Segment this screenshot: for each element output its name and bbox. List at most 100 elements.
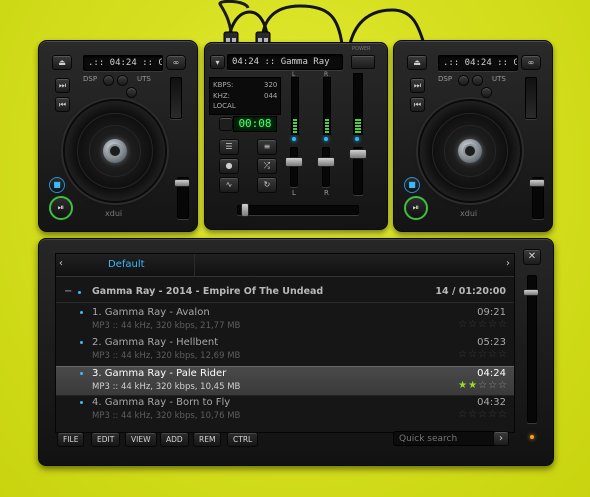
album-dot <box>78 291 81 294</box>
dsp-knob-3[interactable] <box>126 87 137 98</box>
star-icon[interactable]: ☆ <box>478 380 488 391</box>
star-icon[interactable]: ☆ <box>498 409 508 420</box>
loop-button[interactable]: ∞ <box>166 55 186 70</box>
close-button[interactable]: ✕ <box>523 249 541 265</box>
view-button[interactable]: VIEW <box>125 432 157 447</box>
channel-fader-right-track <box>322 147 330 187</box>
search-go-icon[interactable]: › <box>493 431 509 446</box>
star-icon[interactable]: ☆ <box>458 409 468 420</box>
cue-button[interactable]: ■ <box>49 177 65 193</box>
add-button[interactable]: ADD <box>160 432 189 447</box>
track-row[interactable]: 3. Gamma Ray - Pale RiderMP3 :: 44 kHz, … <box>56 366 514 396</box>
prev-track-button[interactable]: ⏮ <box>410 97 425 112</box>
play-pause-button[interactable]: ⏯ <box>404 196 428 220</box>
star-icon[interactable]: ☆ <box>488 349 498 360</box>
star-icon[interactable]: ☆ <box>458 349 468 360</box>
eject-button[interactable]: ⏏ <box>52 55 72 70</box>
track-title: 3. Gamma Ray - Pale Rider <box>92 368 227 379</box>
control-button[interactable]: CTRL <box>227 432 259 447</box>
star-icon[interactable]: ☆ <box>488 409 498 420</box>
star-icon[interactable]: ☆ <box>468 319 478 330</box>
jog-wheel[interactable] <box>65 101 165 201</box>
star-icon[interactable]: ☆ <box>478 319 488 330</box>
tab-scroll-right-icon[interactable]: › <box>506 258 510 269</box>
track-rating[interactable]: ☆☆☆☆☆ <box>458 409 508 420</box>
star-icon[interactable]: ☆ <box>498 319 508 330</box>
star-icon[interactable]: ☆ <box>458 319 468 330</box>
jog-wheel-hub <box>103 139 127 163</box>
eject-button[interactable]: ⏏ <box>407 55 427 70</box>
next-track-button[interactable]: ⏭ <box>410 78 425 93</box>
collapse-icon[interactable]: − <box>64 286 72 297</box>
track-duration: 09:21 <box>477 307 506 318</box>
shuffle-button[interactable]: ⤮ <box>257 158 277 174</box>
loop-button[interactable]: ∞ <box>521 55 541 70</box>
channel-fader-left-track <box>290 147 298 187</box>
pitch-display <box>170 77 182 119</box>
dsp-knob-2[interactable] <box>472 75 483 86</box>
dsp-knob-1[interactable] <box>103 75 114 86</box>
star-icon[interactable]: ☆ <box>478 349 488 360</box>
channel-fader-left[interactable] <box>285 157 303 167</box>
menu-button[interactable]: ≡ <box>257 139 277 155</box>
track-dot <box>80 341 83 344</box>
track-row[interactable]: 2. Gamma Ray - Hellbent MP3 :: 44 kHz, 32… <box>56 336 514 364</box>
cue-button[interactable]: ■ <box>404 177 420 193</box>
next-track-button[interactable]: ⏭ <box>55 78 70 93</box>
pitch-slider-knob[interactable] <box>174 179 190 187</box>
track-meta: MP3 :: 44 kHz, 320 kbps, 10,45 MB <box>92 382 241 392</box>
pitch-slider-knob[interactable] <box>529 179 545 187</box>
playlist-button[interactable]: ☰ <box>219 139 239 155</box>
deck-left: ⏏ .:: 04:24 :: Gamma ∞ DSP UTS ⏭ ⏮ ■ ⏯ x… <box>38 40 198 232</box>
tab-scroll-left-icon[interactable]: ‹ <box>59 258 63 269</box>
vu-meter-left <box>291 77 299 135</box>
time-mode-button[interactable] <box>219 117 233 131</box>
tab-default[interactable]: Default <box>70 254 195 276</box>
fx-label: UTS <box>492 75 506 83</box>
star-icon[interactable]: ☆ <box>498 349 508 360</box>
stream-info-panel: KBPS: 320 KHZ: 044 LOCAL <box>209 77 281 115</box>
track-rating[interactable]: ☆☆☆☆☆ <box>458 319 508 330</box>
star-icon[interactable]: ☆ <box>468 409 478 420</box>
prev-track-button[interactable]: ⏮ <box>55 97 70 112</box>
star-icon[interactable]: ★ <box>468 380 478 391</box>
track-meta: MP3 :: 44 kHz, 320 kbps, 10,76 MB <box>92 411 241 421</box>
channel-right-label: R <box>324 189 329 197</box>
play-pause-button[interactable]: ⏯ <box>49 196 73 220</box>
channel-led-right <box>324 137 328 141</box>
track-row[interactable]: 4. Gamma Ray - Born to Fly MP3 :: 44 kHz,… <box>56 396 514 424</box>
playlist-volume-knob[interactable] <box>523 289 539 296</box>
star-icon[interactable]: ☆ <box>468 349 478 360</box>
waveform-button[interactable]: ∿ <box>219 177 239 193</box>
star-icon[interactable]: ☆ <box>488 380 498 391</box>
dsp-knob-3[interactable] <box>481 87 492 98</box>
master-fader[interactable] <box>349 149 367 159</box>
mode-label: LOCAL <box>213 102 236 110</box>
edit-button[interactable]: EDIT <box>91 432 121 447</box>
mixer-dropdown-button[interactable]: ▾ <box>210 55 225 69</box>
track-rating[interactable]: ★★☆☆☆ <box>458 380 508 391</box>
quick-search-input[interactable] <box>393 431 499 446</box>
remove-button[interactable]: REM <box>193 432 222 447</box>
track-meta: MP3 :: 44 kHz, 320 kbps, 21,77 MB <box>92 321 241 331</box>
channel-fader-right[interactable] <box>317 157 335 167</box>
record-button[interactable]: ● <box>219 158 239 174</box>
star-icon[interactable]: ☆ <box>478 409 488 420</box>
power-button[interactable] <box>351 55 375 69</box>
dsp-label: DSP <box>83 75 98 83</box>
crossfader-knob[interactable] <box>241 203 249 217</box>
dsp-knob-2[interactable] <box>117 75 128 86</box>
track-duration: 05:23 <box>477 337 506 348</box>
jog-wheel[interactable] <box>420 101 520 201</box>
repeat-button[interactable]: ↻ <box>257 177 277 193</box>
star-icon[interactable]: ☆ <box>498 380 508 391</box>
master-vu-meter <box>353 73 363 135</box>
track-rating[interactable]: ☆☆☆☆☆ <box>458 349 508 360</box>
vu-right-label: R <box>324 71 329 78</box>
track-row[interactable]: 1. Gamma Ray - Avalon MP3 :: 44 kHz, 320 … <box>56 306 514 334</box>
file-button[interactable]: FILE <box>57 432 85 447</box>
star-icon[interactable]: ★ <box>458 380 468 391</box>
album-header[interactable]: − Gamma Ray - 2014 - Empire Of The Undea… <box>56 286 514 300</box>
dsp-knob-1[interactable] <box>458 75 469 86</box>
star-icon[interactable]: ☆ <box>488 319 498 330</box>
